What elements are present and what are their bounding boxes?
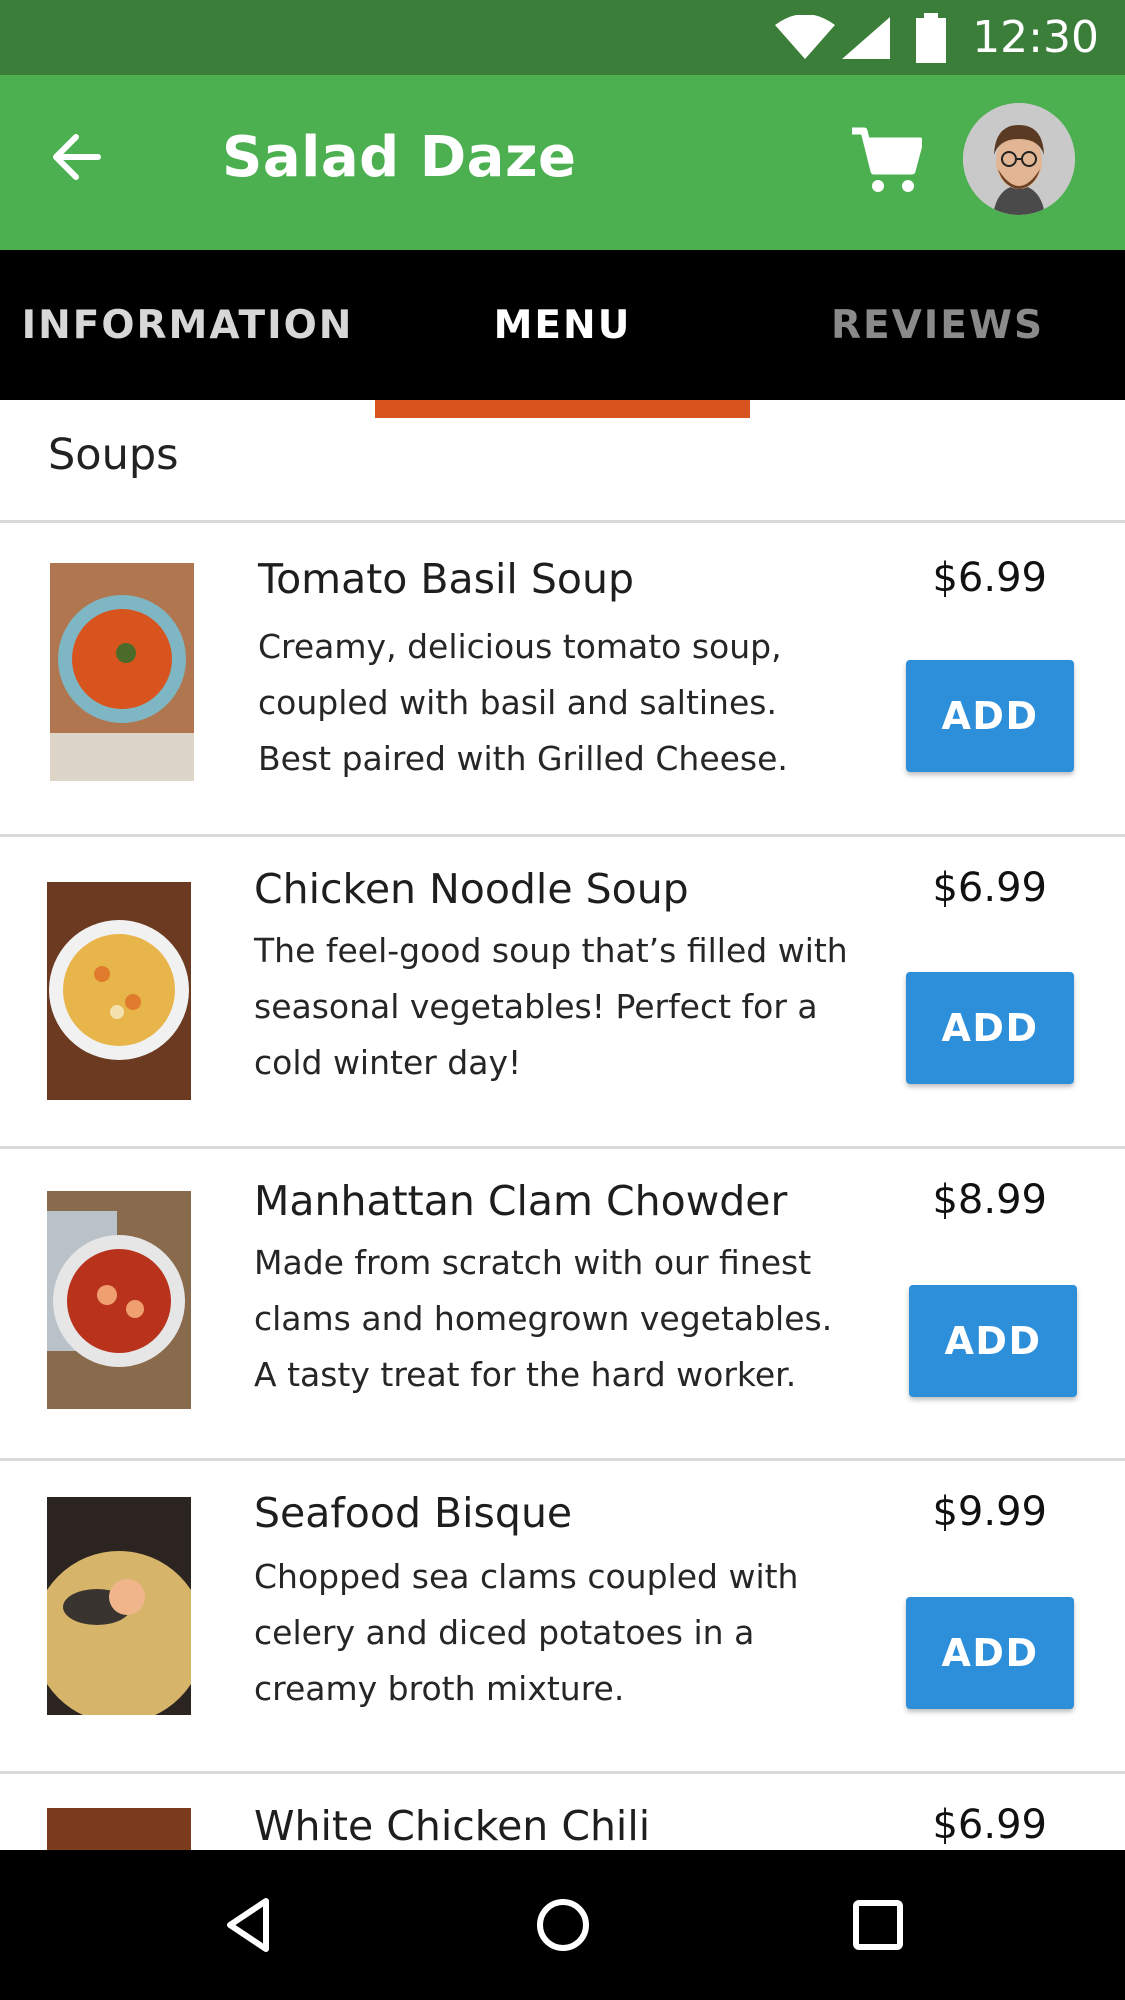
white-chicken-chili-photo [47,1808,191,1850]
seafood-bisque-photo [47,1497,191,1715]
item-price: $8.99 [932,1177,1047,1223]
item-name: Seafood Bisque [254,1489,573,1537]
item-name: Chicken Noodle Soup [254,865,689,913]
status-icons: 12:30 [774,0,1099,75]
add-button[interactable]: ADD [906,660,1074,772]
battery-icon [916,12,947,63]
item-price: $6.99 [932,1802,1047,1848]
item-description: Made from scratch with our finest clams … [254,1243,833,1394]
avatar-image [963,103,1075,215]
nav-home-icon[interactable] [533,1895,593,1955]
nav-back-icon[interactable] [220,1895,280,1955]
menu-list: Soups Tomato Basil Soup Creamy, deliciou… [0,400,1125,1850]
tab-menu[interactable]: MENU [375,250,750,400]
tab-information[interactable]: INFORMATION [0,250,375,400]
item-price: $9.99 [932,1489,1047,1535]
add-button[interactable]: ADD [906,1597,1074,1709]
chicken-noodle-soup-photo [47,882,191,1100]
back-arrow-icon[interactable] [48,129,104,185]
item-description: Chopped sea clams coupled with celery an… [254,1557,799,1708]
tab-bar: INFORMATION MENU REVIEWS [0,250,1125,400]
status-time: 12:30 [972,12,1099,63]
menu-item: Seafood Bisque Chopped sea clams coupled… [0,1461,1125,1773]
section-title: Soups [48,430,179,480]
wifi-icon [775,14,836,59]
status-bar: 12:30 [0,0,1125,75]
nav-recents-icon[interactable] [848,1895,908,1955]
menu-item: Tomato Basil Soup Creamy, delicious toma… [0,523,1125,835]
avatar[interactable] [963,103,1075,215]
tab-indicator [375,400,750,418]
clam-chowder-photo [47,1191,191,1409]
item-description: The feel-good soup that’s filled with se… [254,931,848,1082]
add-button[interactable]: ADD [909,1285,1077,1397]
menu-item: Chicken Noodle Soup The feel-good soup t… [0,837,1125,1149]
app-bar: Salad Daze [0,75,1125,250]
signal-icon [842,16,891,59]
cart-icon[interactable] [850,125,922,197]
menu-item: Manhattan Clam Chowder Made from scratch… [0,1149,1125,1461]
navigation-bar [0,1850,1125,2000]
menu-item: White Chicken Chili $6.99 [0,1774,1125,1850]
tomato-soup-photo [50,563,194,781]
item-price: $6.99 [932,555,1047,601]
item-description: Creamy, delicious tomato soup, coupled w… [258,627,788,778]
item-name: Tomato Basil Soup [258,555,634,603]
item-name: White Chicken Chili [254,1802,651,1850]
item-price: $6.99 [932,865,1047,911]
tab-reviews[interactable]: REVIEWS [750,250,1125,400]
app-title: Salad Daze [222,125,577,190]
add-button[interactable]: ADD [906,972,1074,1084]
item-name: Manhattan Clam Chowder [254,1177,788,1225]
